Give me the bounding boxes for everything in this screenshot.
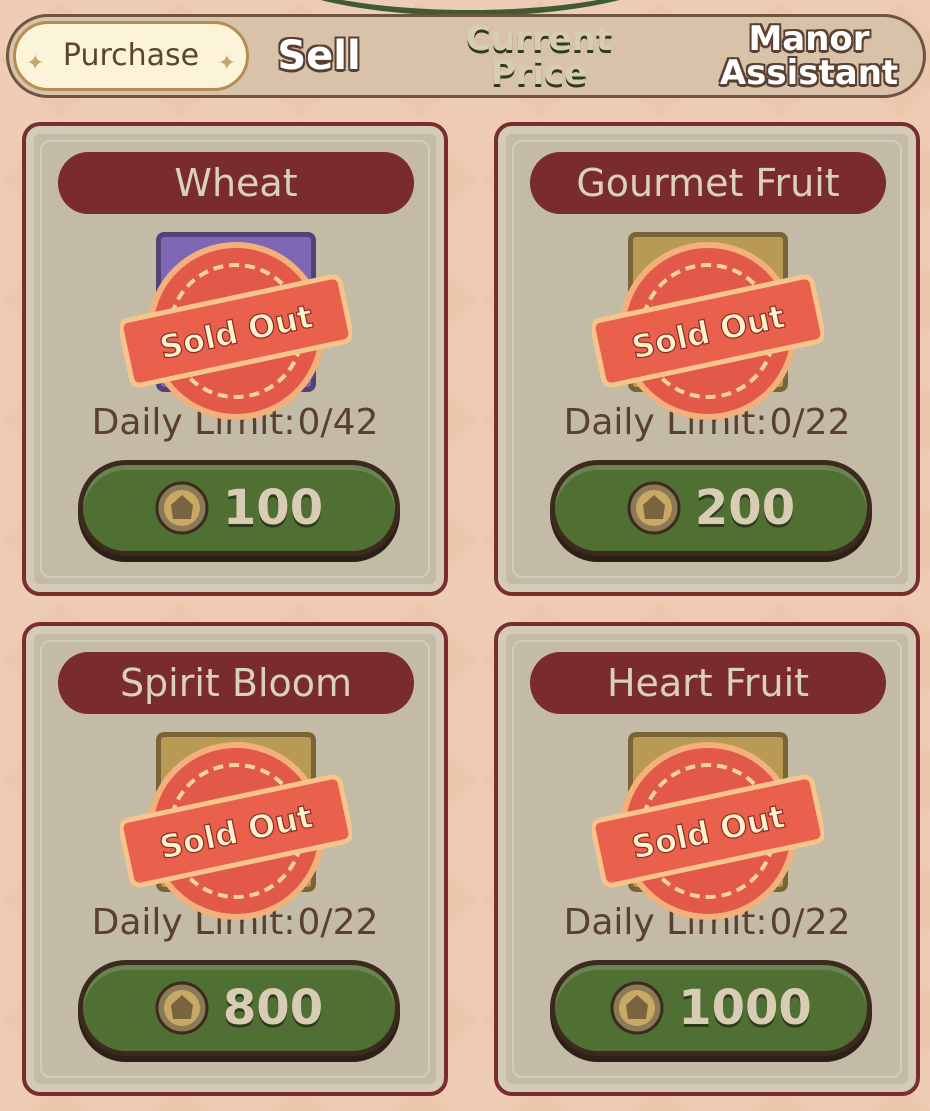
tab-current-price-label: Current Price xyxy=(465,19,613,93)
shop-item-card: Wheat Daily Limit:0/42 Sold Out 100 xyxy=(22,122,448,596)
sold-out-stamp: Sold Out xyxy=(592,242,824,420)
purchase-button[interactable]: 200 xyxy=(550,460,872,556)
price-value: 800 xyxy=(222,980,324,1036)
tab-manor-assistant-label: Manor Assistant xyxy=(719,19,899,93)
coin-icon xyxy=(627,481,681,535)
item-name: Spirit Bloom xyxy=(58,652,414,714)
price-value: 100 xyxy=(222,480,324,536)
item-name: Wheat xyxy=(58,152,414,214)
item-name: Heart Fruit xyxy=(530,652,886,714)
item-name: Gourmet Fruit xyxy=(530,152,886,214)
shop-item-card: Spirit Bloom Daily Limit:0/22 Sold Out 8… xyxy=(22,622,448,1096)
tab-purchase[interactable]: ✦ Purchase ✦ xyxy=(13,21,249,91)
coin-icon xyxy=(610,981,664,1035)
coin-icon xyxy=(155,981,209,1035)
sold-out-stamp: Sold Out xyxy=(120,742,352,920)
purchase-button[interactable]: 100 xyxy=(78,460,400,556)
shop-item-card: Heart Fruit Daily Limit:0/22 Sold Out 10… xyxy=(494,622,920,1096)
tab-sell[interactable]: Sell xyxy=(259,17,379,95)
purchase-button[interactable]: 1000 xyxy=(550,960,872,1056)
tab-current-price[interactable]: Current Price xyxy=(439,17,639,95)
coin-icon xyxy=(155,481,209,535)
tab-sell-label: Sell xyxy=(277,33,361,79)
sold-out-stamp: Sold Out xyxy=(120,242,352,420)
price-value: 200 xyxy=(694,480,796,536)
sold-out-stamp: Sold Out xyxy=(592,742,824,920)
sparkle-icon: ✦ xyxy=(26,51,45,76)
tab-manor-assistant[interactable]: Manor Assistant xyxy=(699,17,919,95)
shop-tab-bar: ✦ Purchase ✦ Sell Current Price Manor As… xyxy=(6,14,926,98)
shop-item-card: Gourmet Fruit Daily Limit:0/22 Sold Out … xyxy=(494,122,920,596)
purchase-button[interactable]: 800 xyxy=(78,960,400,1056)
sparkle-icon: ✦ xyxy=(217,51,236,76)
price-value: 1000 xyxy=(678,980,812,1036)
tab-purchase-label: Purchase xyxy=(62,38,200,73)
